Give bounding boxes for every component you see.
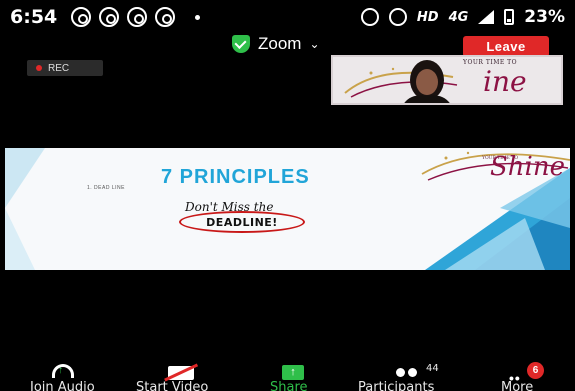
network-hd-label: HD bbox=[416, 9, 439, 25]
chevron-down-icon: ⌄ bbox=[309, 37, 320, 51]
meeting-title: Zoom bbox=[258, 34, 302, 53]
more-label: More bbox=[501, 380, 534, 391]
meeting-info-button[interactable]: Zoom ⌄ bbox=[232, 34, 320, 54]
slide-handwritten-line2: DEADLINE! bbox=[206, 215, 278, 229]
encryption-shield-icon bbox=[232, 35, 250, 53]
recording-dot-icon bbox=[36, 65, 42, 71]
join-audio-button[interactable]: Join Audio bbox=[30, 360, 100, 391]
shared-screen-slide: 7 PRINCIPLES 1. DEAD LINE Don't Miss the… bbox=[5, 148, 570, 270]
participants-count: 44 bbox=[426, 363, 439, 374]
leave-button[interactable]: Leave bbox=[463, 36, 549, 57]
slide-logo-script: Shine bbox=[490, 152, 566, 182]
network-type-label: 4G bbox=[448, 9, 469, 25]
signal-icon bbox=[478, 10, 495, 24]
participant-avatar bbox=[404, 60, 450, 103]
meeting-toolbar: Join Audio Start Video ↑ Share 44 Partic… bbox=[0, 360, 575, 391]
slide-subtitle: 1. DEAD LINE bbox=[87, 185, 125, 191]
participants-icon bbox=[396, 368, 422, 378]
slide-title: 7 PRINCIPLES bbox=[161, 166, 310, 188]
status-time: 6:54 bbox=[10, 6, 58, 28]
battery-percent: 23% bbox=[524, 7, 565, 27]
participants-label: Participants bbox=[358, 380, 435, 391]
more-notification-badge: 6 bbox=[527, 362, 544, 379]
recording-label: REC bbox=[48, 62, 70, 74]
share-label: Share bbox=[270, 380, 308, 391]
participants-button[interactable]: 44 Participants bbox=[358, 360, 458, 391]
slide-handwritten-deadline: DEADLINE! bbox=[179, 211, 305, 233]
alarm-icon bbox=[360, 8, 379, 26]
whatsapp-icon bbox=[127, 7, 148, 27]
participant-video-thumbnail[interactable]: YOUR TIME TO ine bbox=[331, 55, 563, 105]
whatsapp-icon bbox=[71, 7, 92, 27]
start-video-button[interactable]: Start Video bbox=[136, 360, 226, 391]
thumbnail-script-text: ine bbox=[483, 65, 527, 98]
headphones-icon bbox=[52, 364, 74, 378]
status-bar: 6:54 HD 4G 23% bbox=[0, 0, 575, 34]
hotspot-icon bbox=[388, 8, 407, 26]
whatsapp-icon bbox=[155, 7, 176, 27]
slide-brand-logo: YOUR TIME TO Shine bbox=[420, 148, 570, 186]
join-audio-label: Join Audio bbox=[30, 380, 95, 391]
video-off-icon bbox=[168, 366, 194, 380]
battery-icon bbox=[504, 9, 515, 25]
recording-indicator: REC bbox=[27, 60, 103, 76]
start-video-label: Start Video bbox=[136, 380, 209, 391]
share-screen-icon: ↑ bbox=[282, 365, 304, 380]
notification-dot-icon bbox=[195, 14, 201, 20]
share-button[interactable]: ↑ Share bbox=[268, 360, 318, 391]
more-button[interactable]: •• 6 More bbox=[497, 360, 547, 391]
whatsapp-icon bbox=[99, 7, 120, 27]
